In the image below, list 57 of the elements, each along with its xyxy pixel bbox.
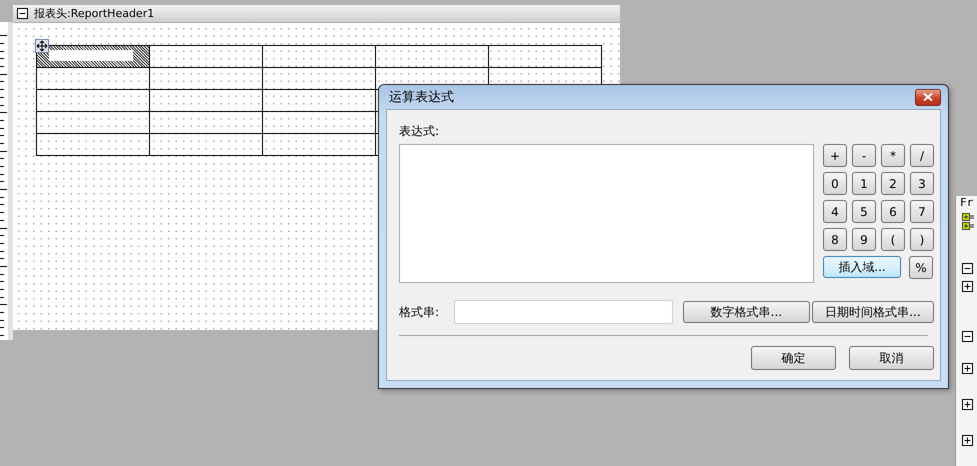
- key-button[interactable]: ): [910, 228, 934, 251]
- table-cell[interactable]: [37, 112, 150, 134]
- expand-icon[interactable]: [962, 363, 973, 374]
- band-title: 报表头:ReportHeader1: [34, 6, 154, 21]
- table-cell[interactable]: [263, 112, 376, 134]
- expression-field[interactable]: [399, 144, 814, 283]
- table-cell[interactable]: [150, 46, 263, 68]
- key-button[interactable]: 7: [910, 200, 934, 223]
- table-cell[interactable]: [376, 46, 489, 68]
- table-cell[interactable]: [37, 134, 150, 156]
- percent-button[interactable]: %: [909, 256, 933, 279]
- close-icon: [923, 93, 933, 101]
- expression-label: 表达式:: [399, 123, 440, 140]
- table-cell[interactable]: [489, 46, 602, 68]
- close-button[interactable]: [915, 88, 941, 106]
- cancel-button[interactable]: 取消: [849, 346, 934, 370]
- ok-button[interactable]: 确定: [751, 346, 836, 370]
- key-button[interactable]: *: [881, 144, 905, 167]
- key-button[interactable]: 1: [852, 172, 876, 195]
- expand-icon[interactable]: [962, 435, 973, 446]
- table-cell[interactable]: [37, 90, 150, 112]
- key-button[interactable]: /: [910, 144, 934, 167]
- table-cell[interactable]: [263, 46, 376, 68]
- dialog-title: 运算表达式: [389, 89, 454, 106]
- key-button[interactable]: 8: [823, 228, 847, 251]
- table-cell[interactable]: [263, 68, 376, 90]
- key-button[interactable]: 5: [852, 200, 876, 223]
- key-button[interactable]: 0: [823, 172, 847, 195]
- collapse-icon[interactable]: [962, 263, 973, 274]
- collapse-icon[interactable]: [962, 331, 973, 342]
- key-button[interactable]: +: [823, 144, 847, 167]
- datetime-format-button[interactable]: 日期时间格式串...: [812, 301, 934, 323]
- table-cell[interactable]: [263, 90, 376, 112]
- table-cell[interactable]: [150, 112, 263, 134]
- panel-header: Fr: [960, 196, 974, 209]
- tree-icon: [962, 213, 974, 231]
- table-cell[interactable]: [150, 134, 263, 156]
- key-button[interactable]: 4: [823, 200, 847, 223]
- table-cell[interactable]: [37, 46, 150, 68]
- expand-icon[interactable]: [962, 281, 973, 292]
- format-label: 格式串:: [399, 304, 440, 320]
- expand-icon[interactable]: [962, 399, 973, 410]
- number-format-button[interactable]: 数字格式串...: [682, 301, 810, 323]
- table-cell[interactable]: [150, 90, 263, 112]
- table-cell[interactable]: [150, 68, 263, 90]
- key-button[interactable]: -: [852, 144, 876, 167]
- collapse-icon[interactable]: [17, 8, 28, 19]
- insert-field-button[interactable]: 插入域...: [823, 256, 901, 278]
- key-button[interactable]: 3: [910, 172, 934, 195]
- key-button[interactable]: 2: [881, 172, 905, 195]
- key-button[interactable]: 9: [852, 228, 876, 251]
- key-button[interactable]: 6: [881, 200, 905, 223]
- format-field[interactable]: [454, 300, 673, 324]
- table-cell[interactable]: [37, 68, 150, 90]
- table-cell[interactable]: [263, 134, 376, 156]
- move-handle-icon[interactable]: [35, 39, 49, 53]
- key-button[interactable]: (: [881, 228, 905, 251]
